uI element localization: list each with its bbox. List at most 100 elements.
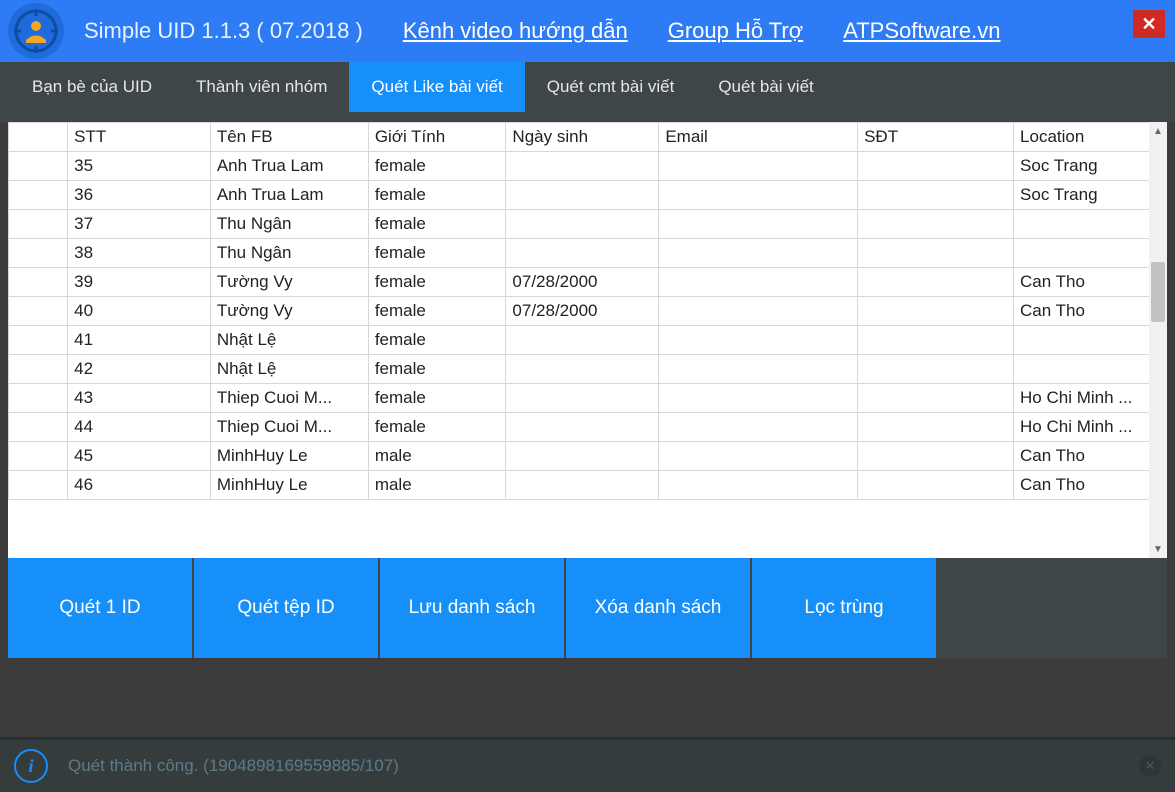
cell-location	[1014, 239, 1167, 268]
cell-phone	[858, 471, 1014, 500]
cell-gender: female	[368, 210, 506, 239]
cell-stt: 35	[68, 152, 211, 181]
scroll-up-arrow-icon[interactable]: ▲	[1149, 122, 1167, 140]
cell-email	[659, 268, 858, 297]
cell-name: Nhật Lệ	[210, 355, 368, 384]
table-row[interactable]: 36Anh Trua LamfemaleSoc Trang	[9, 181, 1167, 210]
cell-location: Ho Chi Minh ...	[1014, 413, 1167, 442]
table-row[interactable]: 46MinhHuy LemaleCan Tho	[9, 471, 1167, 500]
cell-dob	[506, 355, 659, 384]
col-dob[interactable]: Ngày sinh	[506, 123, 659, 152]
cell-name: Anh Trua Lam	[210, 152, 368, 181]
cell-select	[9, 471, 68, 500]
table-row[interactable]: 39Tường Vyfemale07/28/2000Can Tho	[9, 268, 1167, 297]
cell-stt: 43	[68, 384, 211, 413]
vertical-scrollbar[interactable]: ▲ ▼	[1149, 122, 1167, 558]
table-row[interactable]: 40Tường Vyfemale07/28/2000Can Tho	[9, 297, 1167, 326]
scan-file-id-button[interactable]: Quét tệp ID	[194, 558, 378, 658]
cell-select	[9, 297, 68, 326]
tab-scan-post-likes[interactable]: Quét Like bài viết	[349, 62, 524, 112]
cell-dob	[506, 384, 659, 413]
cell-gender: female	[368, 297, 506, 326]
cell-phone	[858, 297, 1014, 326]
cell-phone	[858, 268, 1014, 297]
cell-location: Can Tho	[1014, 297, 1167, 326]
tab-scan-post-comments[interactable]: Quét cmt bài viết	[525, 62, 697, 112]
cell-gender: female	[368, 413, 506, 442]
cell-name: Nhật Lệ	[210, 326, 368, 355]
cell-dob: 07/28/2000	[506, 268, 659, 297]
app-title: Simple UID 1.1.3 ( 07.2018 )	[84, 18, 363, 44]
status-text: Quét thành công. (1904898169559885/107)	[68, 756, 399, 776]
cell-dob	[506, 413, 659, 442]
results-table: STT Tên FB Giới Tính Ngày sinh Email SĐT…	[8, 122, 1167, 500]
results-grid[interactable]: STT Tên FB Giới Tính Ngày sinh Email SĐT…	[8, 122, 1167, 558]
cell-dob	[506, 239, 659, 268]
cell-select	[9, 239, 68, 268]
cell-stt: 44	[68, 413, 211, 442]
cell-name: MinhHuy Le	[210, 442, 368, 471]
cell-phone	[858, 442, 1014, 471]
app-window: Simple UID 1.1.3 ( 07.2018 ) Kênh video …	[0, 0, 1175, 792]
status-bar: i Quét thành công. (1904898169559885/107…	[0, 737, 1175, 792]
scrollbar-thumb[interactable]	[1151, 262, 1165, 322]
app-logo-icon	[8, 3, 64, 59]
col-phone[interactable]: SĐT	[858, 123, 1014, 152]
col-select[interactable]	[9, 123, 68, 152]
scan-one-id-button[interactable]: Quét 1 ID	[8, 558, 192, 658]
cell-select	[9, 442, 68, 471]
title-links: Kênh video hướng dẫn Group Hỗ Trợ ATPSof…	[403, 18, 1001, 44]
cell-email	[659, 355, 858, 384]
cell-gender: female	[368, 268, 506, 297]
table-row[interactable]: 41Nhật Lệfemale	[9, 326, 1167, 355]
cell-name: Thiep Cuoi M...	[210, 413, 368, 442]
col-name[interactable]: Tên FB	[210, 123, 368, 152]
results-table-container: STT Tên FB Giới Tính Ngày sinh Email SĐT…	[8, 122, 1167, 558]
link-video-guide[interactable]: Kênh video hướng dẫn	[403, 18, 628, 44]
link-website[interactable]: ATPSoftware.vn	[843, 18, 1000, 44]
tab-group-members[interactable]: Thành viên nhóm	[174, 62, 349, 112]
cell-name: Tường Vy	[210, 268, 368, 297]
cell-stt: 36	[68, 181, 211, 210]
cell-gender: female	[368, 326, 506, 355]
cell-dob	[506, 152, 659, 181]
clear-list-button[interactable]: Xóa danh sách	[566, 558, 750, 658]
save-list-button[interactable]: Lưu danh sách	[380, 558, 564, 658]
table-row[interactable]: 44Thiep Cuoi M...female Ho Chi Minh ...	[9, 413, 1167, 442]
table-row[interactable]: 45MinhHuy LemaleCan Tho	[9, 442, 1167, 471]
cell-dob	[506, 210, 659, 239]
scroll-down-arrow-icon[interactable]: ▼	[1149, 540, 1167, 558]
cell-phone	[858, 326, 1014, 355]
close-icon: ✕	[1145, 758, 1156, 774]
col-stt[interactable]: STT	[68, 123, 211, 152]
window-close-button[interactable]: ✕	[1133, 10, 1165, 38]
col-location[interactable]: Location	[1014, 123, 1167, 152]
cell-name: Anh Trua Lam	[210, 181, 368, 210]
close-icon: ✕	[1141, 14, 1156, 35]
cell-select	[9, 384, 68, 413]
table-row[interactable]: 42Nhật Lệfemale	[9, 355, 1167, 384]
cell-select	[9, 181, 68, 210]
cell-location	[1014, 326, 1167, 355]
cell-email	[659, 413, 858, 442]
tab-friends-of-uid[interactable]: Bạn bè của UID	[10, 62, 174, 112]
col-email[interactable]: Email	[659, 123, 858, 152]
col-gender[interactable]: Giới Tính	[368, 123, 506, 152]
tab-scan-posts[interactable]: Quét bài viết	[696, 62, 835, 112]
table-row[interactable]: 35Anh Trua LamfemaleSoc Trang	[9, 152, 1167, 181]
link-support-group[interactable]: Group Hỗ Trợ	[668, 18, 803, 44]
cell-location: Can Tho	[1014, 442, 1167, 471]
table-row[interactable]: 37Thu Ngânfemale	[9, 210, 1167, 239]
cell-select	[9, 355, 68, 384]
cell-stt: 41	[68, 326, 211, 355]
status-dismiss-button[interactable]: ✕	[1139, 755, 1161, 777]
table-row[interactable]: 43Thiep Cuoi M...femaleHo Chi Minh ...	[9, 384, 1167, 413]
cell-phone	[858, 413, 1014, 442]
cell-stt: 37	[68, 210, 211, 239]
dedupe-button[interactable]: Lọc trùng	[752, 558, 936, 658]
table-row[interactable]: 38Thu Ngânfemale	[9, 239, 1167, 268]
cell-stt: 39	[68, 268, 211, 297]
cell-gender: female	[368, 384, 506, 413]
cell-phone	[858, 384, 1014, 413]
cell-dob: 07/28/2000	[506, 297, 659, 326]
